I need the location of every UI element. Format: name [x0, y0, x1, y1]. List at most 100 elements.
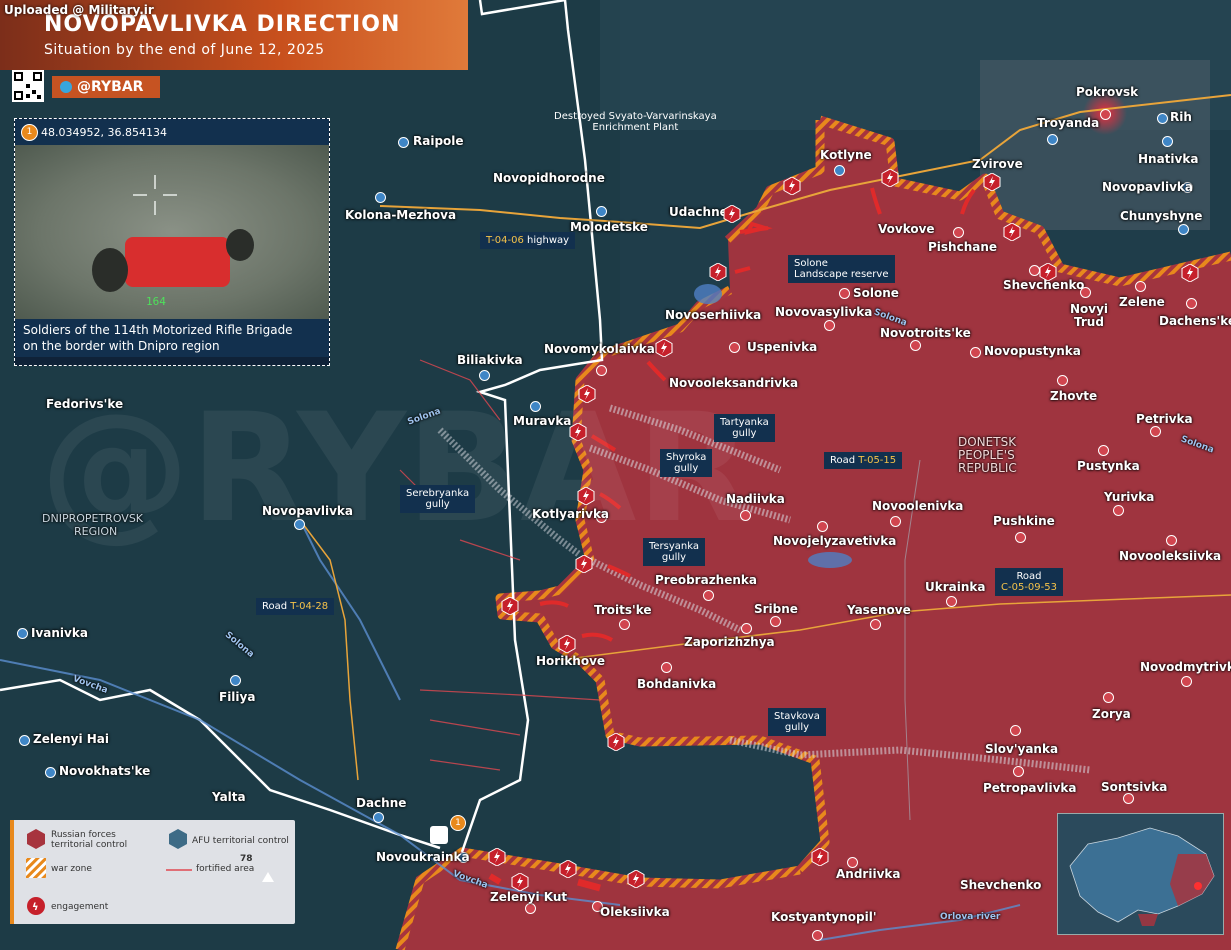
settlement-marker [1057, 375, 1068, 386]
callout-text: Shyroka [666, 452, 707, 463]
settlement-marker [824, 320, 835, 331]
settlement-marker [1150, 426, 1161, 437]
engagement-icon [983, 172, 1001, 192]
engagement-icon [783, 176, 801, 196]
settlement-troitske: Troits'ke [594, 603, 652, 617]
settlement-rih: Rih [1170, 110, 1192, 124]
callout-highlight: T-05-15 [858, 455, 897, 466]
settlement-marker [17, 628, 28, 639]
settlement-marker [1181, 676, 1192, 687]
settlement-raipole: Raipole [413, 134, 464, 148]
settlement-novoolenivka: Novoolenivka [872, 499, 964, 513]
photo-marker-badge: 1 [21, 124, 38, 141]
settlement-marker [1157, 113, 1168, 124]
callout-text: Serebryanka [406, 488, 470, 499]
settlement-marker [1166, 535, 1177, 546]
engagement-icon [501, 596, 519, 616]
settlement-marker [1113, 505, 1124, 516]
photo-coordinates-bar: 1 48.034952, 36.854134 [15, 119, 329, 145]
callout-text: Tersyanka [649, 541, 700, 552]
settlement-sontsivka: Sontsivka [1101, 780, 1168, 794]
settlement-oleksiivka: Oleksiivka [600, 905, 670, 919]
legend-label: territorial control [51, 840, 128, 850]
ukraine-locator-map [1057, 813, 1224, 935]
callout-text: gully [784, 722, 810, 733]
callout-text: Road [262, 601, 288, 612]
destroyed-structure-icon [430, 826, 448, 844]
legend-afu-control: AFU territorial control [192, 836, 289, 846]
engagement-icon [655, 338, 673, 358]
settlement-novoserhiivka: Novoserhiivka [665, 308, 762, 322]
telegram-icon [60, 81, 72, 93]
settlement-marker [619, 619, 630, 630]
engagement-icon [558, 634, 576, 654]
settlement-marker [910, 340, 921, 351]
settlement-slovyanka: Slov'yanka [985, 742, 1059, 756]
drone-footage-scene: 164 [92, 175, 254, 308]
settlement-novopidhorodne: Novopidhorodne [493, 171, 605, 185]
callout-road-t0515: Road T-05-15 [824, 452, 903, 469]
settlement-novomykolaivka: Novomykolaivka [544, 342, 655, 356]
callout-text: Landscape reserve [794, 269, 889, 280]
engagement-icon [723, 204, 741, 224]
settlement-marker [375, 192, 386, 203]
callout-road-c050953: Road C-05-09-53 [995, 568, 1063, 596]
legend-war-zone: war zone [51, 864, 92, 874]
situation-map: @RYBAR DNIPROPETROVSK REGION DONETSK PEO… [0, 0, 1231, 950]
callout-solone-reserve: Solone Landscape reserve [788, 255, 895, 283]
qr-code-icon [12, 70, 44, 102]
settlement-marker [294, 519, 305, 530]
settlement-kostyantynopil: Kostyantynopil' [771, 910, 877, 924]
settlement-marker [729, 342, 740, 353]
callout-text: Tartyanka [720, 417, 769, 428]
engagement-icon [709, 262, 727, 282]
settlement-sribne: Sribne [754, 602, 798, 616]
settlement-marker [19, 735, 30, 746]
settlement-marker [812, 930, 823, 941]
settlement-marker [703, 590, 714, 601]
settlement-marker [1186, 298, 1197, 309]
settlement-marker [740, 510, 751, 521]
engagement-icon [488, 847, 506, 867]
settlement-marker [817, 521, 828, 532]
legend-scale-number: 78 [240, 854, 253, 864]
settlement-marker [1098, 445, 1109, 456]
lake [808, 552, 852, 568]
settlement-novopavlivka-east: Novopavlivka [1102, 180, 1193, 194]
settlement-zvirove: Zvirove [972, 157, 1023, 171]
settlement-pustynka: Pustynka [1077, 459, 1140, 473]
callout-text: Road [830, 455, 856, 466]
settlement-hnativka: Hnativka [1138, 152, 1199, 166]
engagement-icon [811, 847, 829, 867]
settlement-kotlyne: Kotlyne [820, 148, 872, 162]
callout-text: Destroyed Svyato-Varvarinskaya [554, 111, 717, 122]
settlement-marker [1162, 136, 1173, 147]
settlement-marker [834, 165, 845, 176]
settlement-marker [946, 596, 957, 607]
legend-engagement: engagement [51, 902, 109, 912]
crosshair-icon [133, 175, 177, 215]
settlement-zelenyi-hai: Zelenyi Hai [33, 732, 110, 746]
settlement-marker [479, 370, 490, 381]
settlement-dachenske: Dachens'ke [1159, 314, 1231, 328]
settlement-marker [45, 767, 56, 778]
legend-label: Russian forces [51, 830, 116, 840]
engagement-icon [575, 554, 593, 574]
engagement-icon [578, 384, 596, 404]
photo-location-badge[interactable]: 1 [450, 815, 466, 831]
settlement-novooleksandrivka: Novooleksandrivka [669, 376, 799, 390]
settlement-shevchenko-south: Shevchenko [960, 878, 1042, 892]
settlement-pushkine: Pushkine [993, 514, 1055, 528]
engagement-icon [559, 859, 577, 879]
settlement-petrivka: Petrivka [1136, 412, 1193, 426]
settlement-novokhatske: Novokhats'ke [59, 764, 151, 778]
settlement-novovasylivka: Novovasylivka [775, 305, 873, 319]
settlement-vovkove: Vovkove [878, 222, 935, 236]
engagement-icon [881, 168, 899, 188]
settlement-marker [1013, 766, 1024, 777]
settlement-novotroitske: Novotroits'ke [880, 326, 971, 340]
brand-telegram-link[interactable]: @RYBAR [52, 76, 160, 98]
settlement-petropavlivka: Petropavlivka [983, 781, 1077, 795]
war-zone-swatch [26, 858, 46, 878]
engagement-icon [607, 732, 625, 752]
